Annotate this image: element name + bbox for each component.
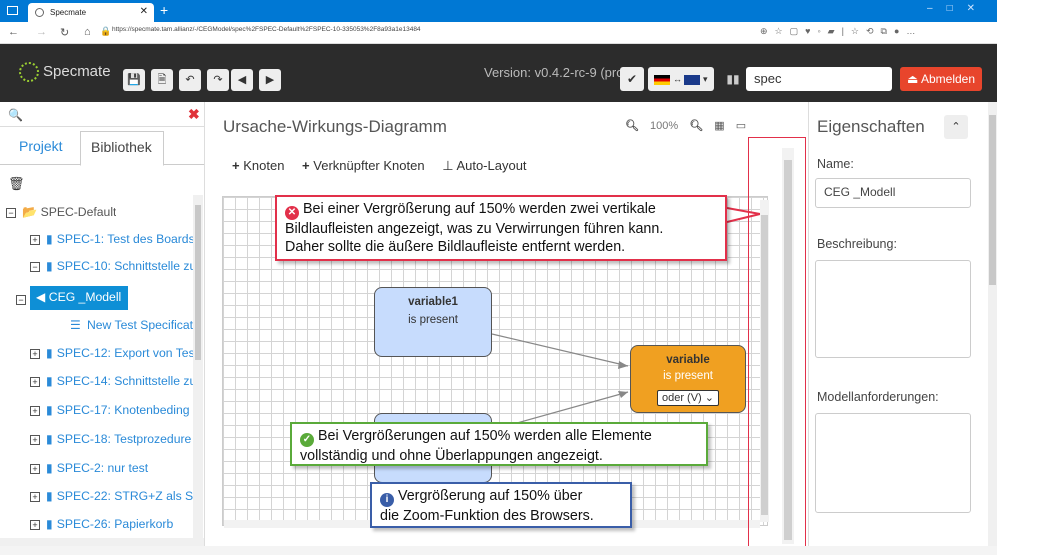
description-field[interactable] [815,260,971,358]
node-variable1[interactable]: variable1 is present [374,287,492,357]
properties-scroll-thumb[interactable] [989,115,996,285]
name-field[interactable]: CEG _Modell [815,178,971,208]
annotation-error: ✕ Bei einer Vergrößerung auf 150% werden… [275,195,727,261]
requirements-field[interactable] [815,413,971,513]
annotation-text: Vergrößerung auf 150% über [397,488,583,504]
annotation-text: Bei einer Vergrößerung auf 150% werden z… [302,201,656,217]
description-label: Beschreibung: [817,237,897,251]
requirements-label: Modellanforderungen: [817,390,939,404]
operator-select[interactable]: oder (V) ⌄ [657,390,719,406]
check-circle-icon: ✓ [300,433,314,447]
annotation-text: Bildlaufleisten angezeigt, was zu Verwir… [285,221,664,237]
node-name: variable1 [408,296,458,308]
bottom-scrollbar[interactable] [0,546,997,555]
collapse-up-icon[interactable]: ⌃ [944,115,968,139]
highlight-frame [748,137,806,552]
annotation-text: Bei Vergrößerungen auf 150% werden alle … [317,428,652,444]
operator-value: oder (V) [661,392,702,404]
annotation-text: vollständig und ohne Überlappungen angez… [300,448,603,464]
annotation-text: Daher sollte die äußere Bildlaufleiste e… [285,239,626,255]
node-name: variable [666,354,710,366]
chevron-down-icon: ⌄ [704,392,715,404]
info-icon: i [380,493,394,507]
annotation-info: i Vergrößerung auf 150% über die Zoom-Fu… [370,482,632,528]
name-label: Name: [817,157,854,171]
properties-title: Eigenschaften [817,117,925,136]
error-icon: ✕ [285,206,299,220]
annotation-success: ✓ Bei Vergrößerungen auf 150% werden all… [290,422,708,466]
annotation-text: die Zoom-Funktion des Browsers. [380,508,594,524]
node-condition: is present [408,314,458,326]
node-condition: is present [663,370,713,382]
